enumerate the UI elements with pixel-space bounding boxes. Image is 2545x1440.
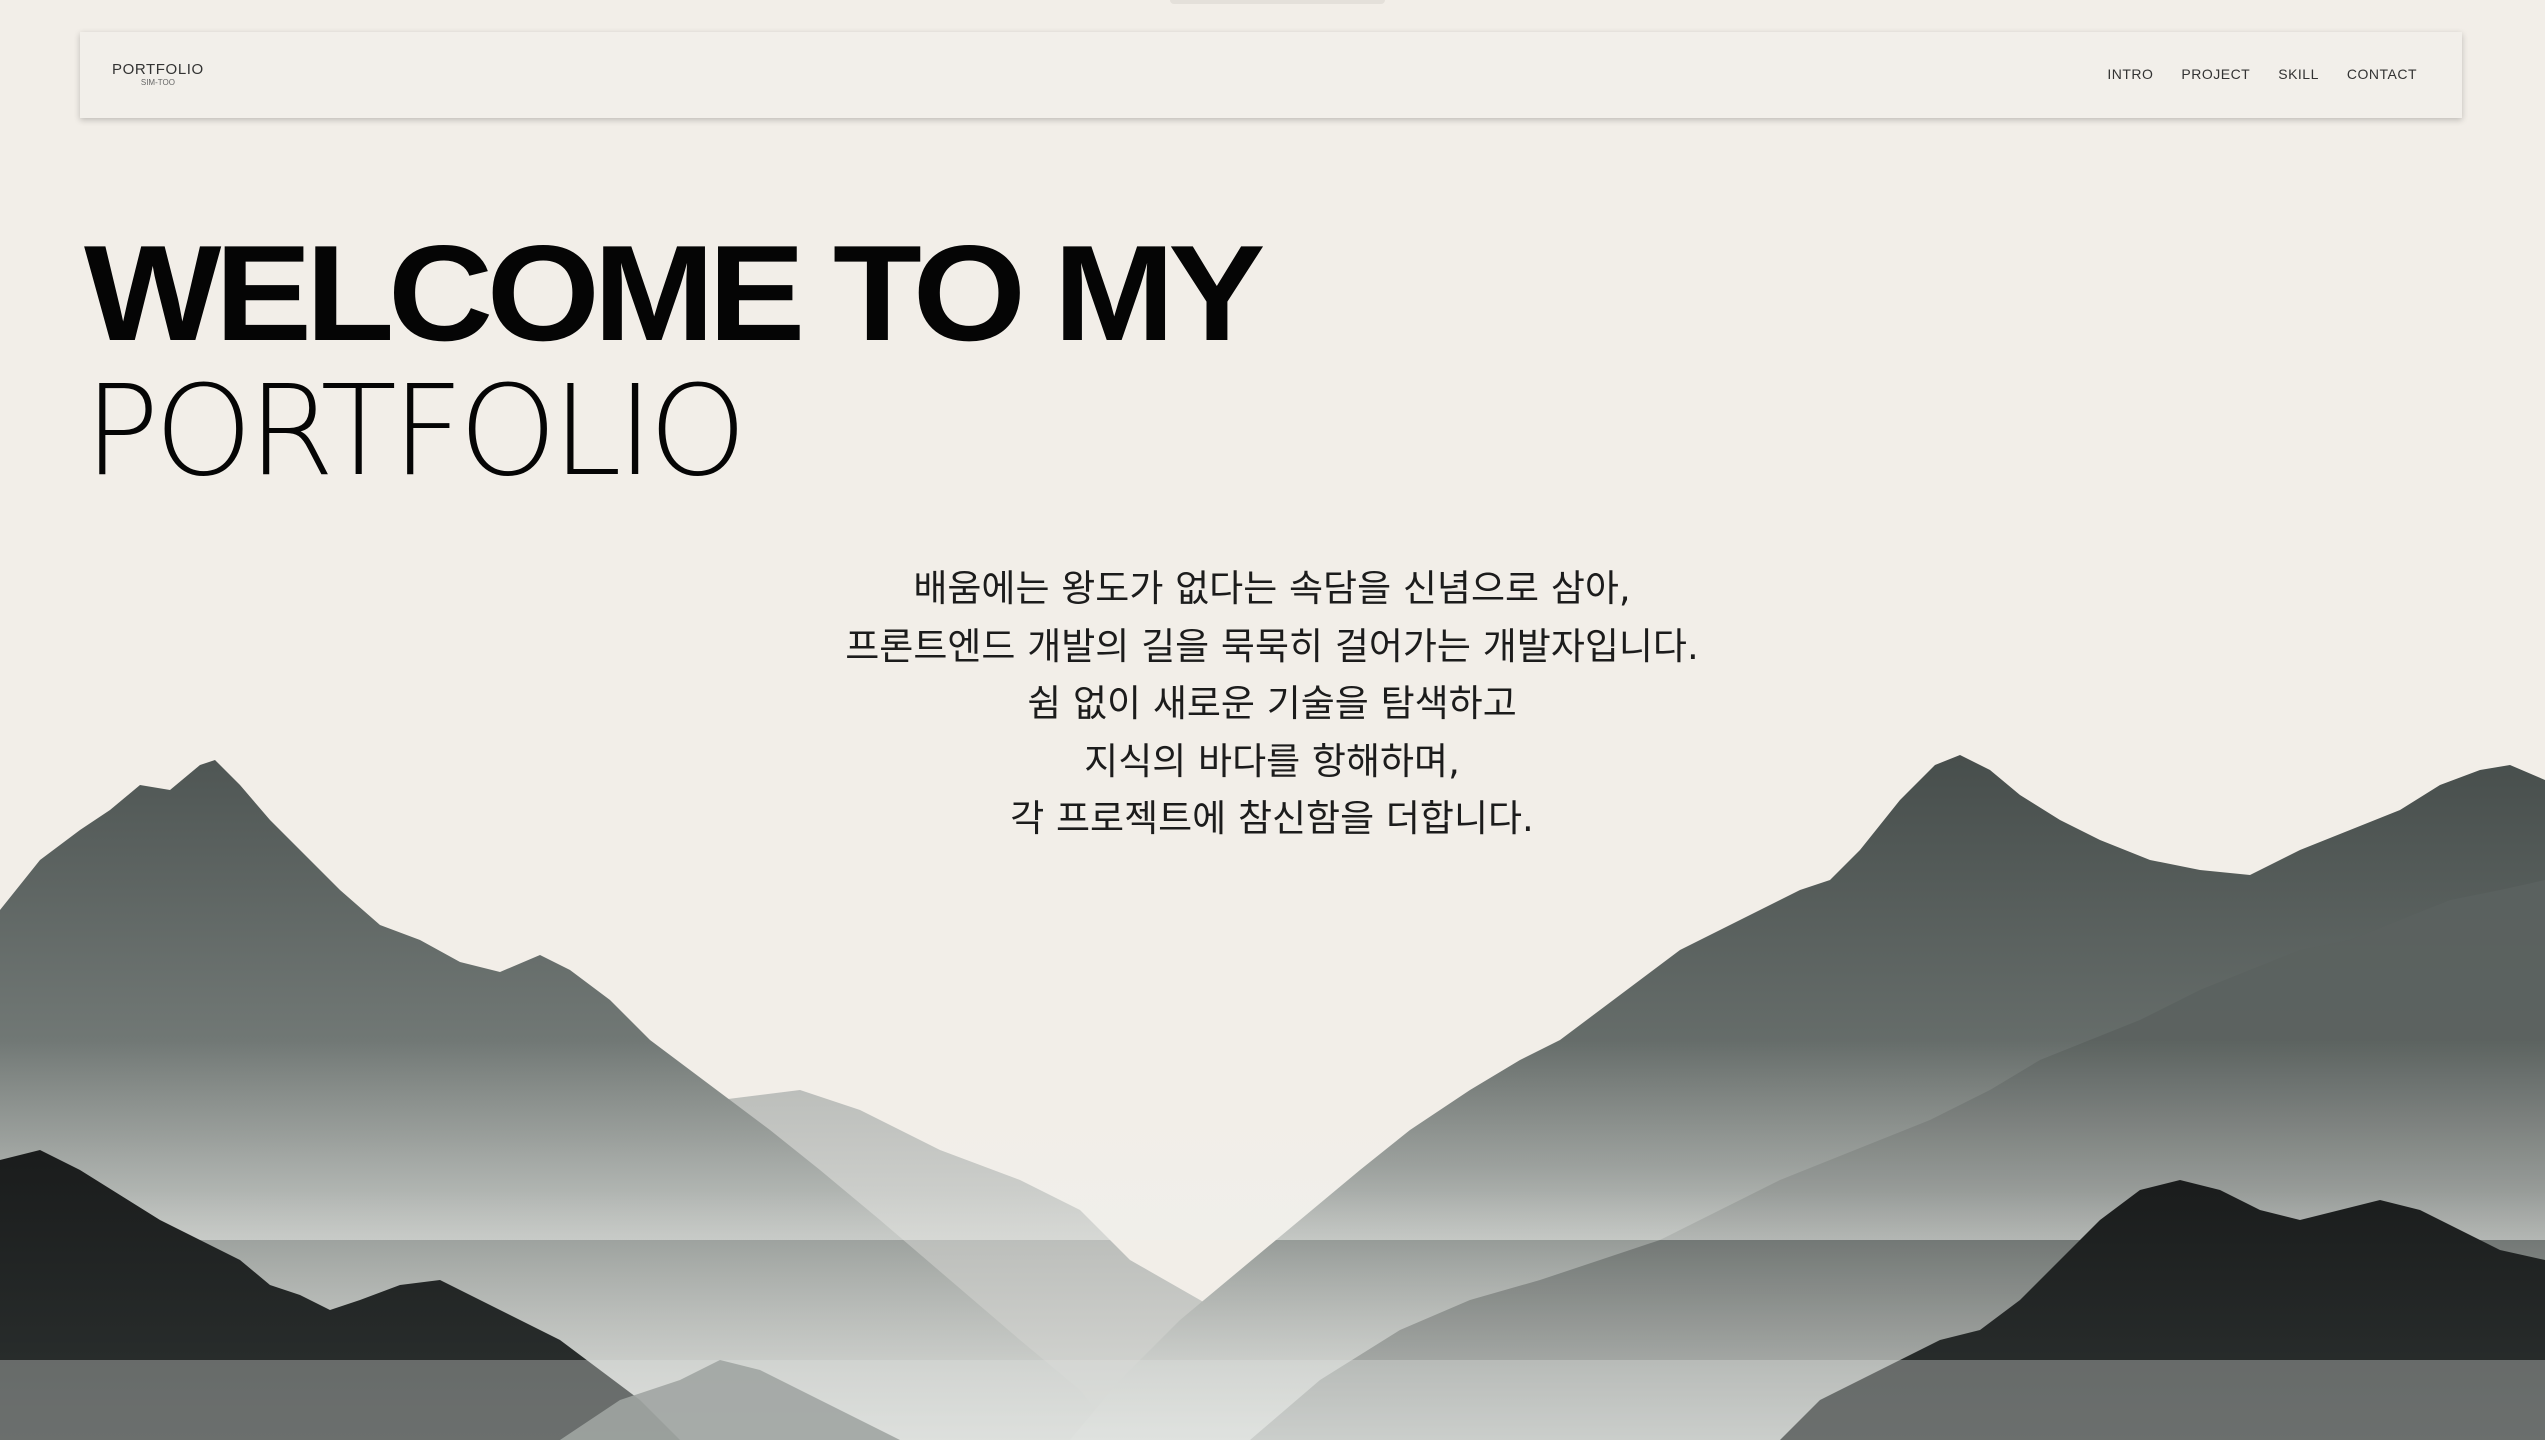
- navigation-bar: PORTFOLIO SIM-TOO INTRO PROJECT SKILL CO…: [80, 32, 2462, 118]
- intro-line-2: 프론트엔드 개발의 길을 묵묵히 걸어가는 개발자입니다.: [845, 624, 1699, 668]
- nav-menu: INTRO PROJECT SKILL CONTACT: [2107, 66, 2417, 82]
- logo-subtitle: SIM-TOO: [140, 78, 175, 87]
- nav-item-contact[interactable]: CONTACT: [2347, 66, 2417, 82]
- portfolio-page: PORTFOLIO SIM-TOO INTRO PROJECT SKILL CO…: [0, 0, 2545, 1440]
- hero-title-line-2: PORTFOLIO: [84, 359, 747, 504]
- ink-mountains-illustration: [0, 755, 2545, 1440]
- top-edge-tab: [1170, 0, 1385, 4]
- hero-heading: WELCOME TO MY PORTFOLIO: [84, 225, 1265, 504]
- hero-title-line-1: WELCOME TO MY: [84, 217, 1265, 369]
- nav-item-intro[interactable]: INTRO: [2107, 66, 2153, 82]
- bottom-mist: [0, 1360, 2545, 1440]
- nav-item-project[interactable]: PROJECT: [2181, 66, 2250, 82]
- logo[interactable]: PORTFOLIO SIM-TOO: [112, 62, 204, 87]
- intro-line-3: 쉼 없이 새로운 기술을 탐색하고: [1027, 682, 1517, 725]
- logo-title: PORTFOLIO: [112, 61, 204, 78]
- intro-line-1: 배움에는 왕도가 없다는 속담을 신념으로 삼아,: [913, 567, 1631, 610]
- nav-item-skill[interactable]: SKILL: [2278, 66, 2319, 82]
